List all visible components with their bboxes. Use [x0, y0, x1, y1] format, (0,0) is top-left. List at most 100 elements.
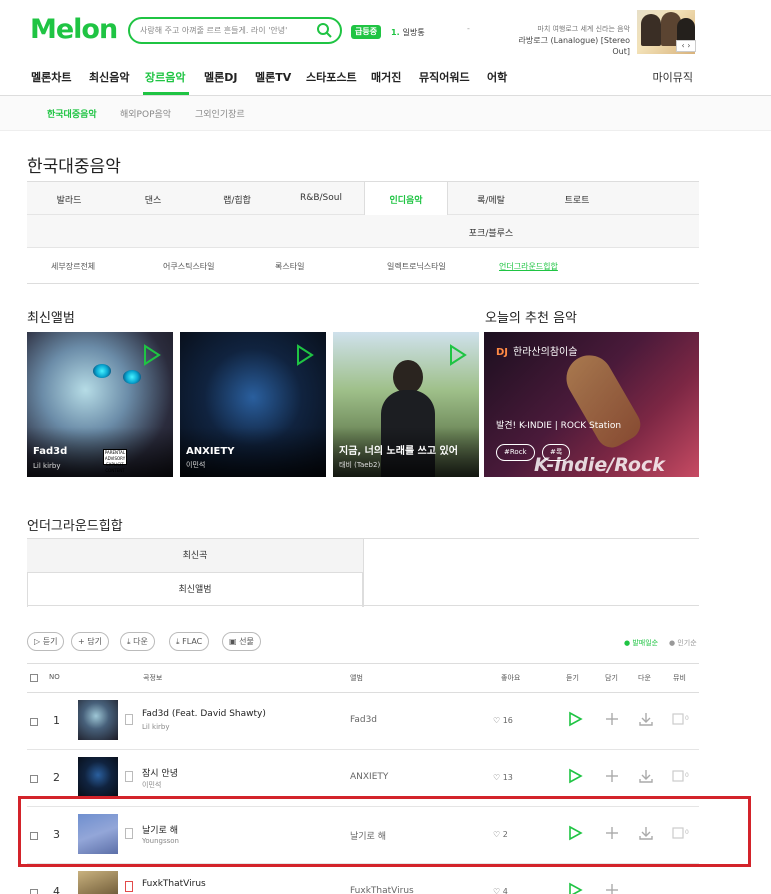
subgenre-electronic[interactable]: 일렉트로닉스타일 [387, 261, 446, 272]
album-thumbnail[interactable] [78, 700, 118, 740]
subnav-pop[interactable]: 해외POP음악 [120, 107, 171, 120]
heart-icon: ♡ [493, 773, 503, 782]
album-artist[interactable]: 태비 (Taeb2) [339, 460, 380, 470]
genre-rock[interactable]: 록/메탈 [459, 193, 523, 206]
play-icon[interactable] [449, 344, 467, 366]
subgenre-acoustic[interactable]: 어쿠스틱스타일 [163, 261, 215, 272]
song-album[interactable]: ANXIETY [350, 772, 388, 782]
song-title[interactable]: 잠시 안녕 [142, 766, 178, 779]
row-number: 1 [53, 714, 60, 727]
dj-label[interactable]: DJ 한라산의참이슬 [496, 343, 577, 358]
song-info-icon[interactable] [125, 714, 133, 725]
add-button[interactable]: + 담기 [71, 632, 109, 651]
row-checkbox[interactable] [30, 775, 38, 783]
search-icon[interactable] [316, 22, 332, 38]
mv-count: 0 [685, 715, 689, 722]
recommended-card[interactable]: DJ 한라산의참이슬 발견! K-INDIE | ROCK Station #Ro… [484, 332, 699, 477]
row-checkbox[interactable] [30, 718, 38, 726]
nav-melon-tv[interactable]: 멜론TV [255, 69, 291, 85]
subgenre-rock-style[interactable]: 록스타일 [275, 261, 304, 272]
nav-genre-music[interactable]: 장르음악 [145, 69, 185, 85]
like-button[interactable]: ♡ 13 [493, 773, 513, 782]
listen-button[interactable]: ▷ 듣기 [27, 632, 65, 651]
play-icon[interactable] [567, 711, 583, 727]
genre-indie[interactable]: 인디음악 [374, 193, 438, 206]
play-icon[interactable] [143, 344, 161, 366]
plus-icon: + [78, 637, 88, 646]
album-card[interactable]: ANXIETY 이민석 [180, 332, 326, 477]
album-title[interactable]: Fad3d [33, 446, 67, 457]
download-icon[interactable] [638, 768, 654, 784]
song-info-icon[interactable] [125, 771, 133, 782]
song-artist[interactable]: Lil kirby [142, 723, 169, 731]
genre-folk[interactable]: 포크/블루스 [459, 226, 523, 239]
subnav-other[interactable]: 그외인기장르 [195, 107, 245, 120]
ad-nav-arrows[interactable]: ‹ › [676, 40, 696, 52]
ad-banner-text[interactable]: 마치 여행로그 세계 신라는 음악 라방로그 (Lanalogue) [Ster… [500, 24, 630, 57]
search-box[interactable]: 사랑해 주고 아껴줄 르르 흔들게. 라이 '안녕' [128, 17, 342, 44]
add-icon[interactable] [604, 711, 620, 727]
melon-logo[interactable]: Melon [30, 14, 118, 45]
tag-rock[interactable]: #Rock [496, 444, 535, 461]
album-title[interactable]: ANXIETY [186, 446, 234, 457]
nav-my-music[interactable]: 마이뮤직 [653, 69, 693, 85]
sort-by-date[interactable]: ● 발매일순 [624, 638, 658, 648]
album-title[interactable]: 지금, 너의 노래를 쓰고 있어 [339, 442, 458, 457]
col-no: NO [49, 673, 60, 681]
album-card[interactable]: Fad3d Lil kirby [27, 332, 173, 477]
tab-latest-albums[interactable]: 최신앨범 [27, 573, 363, 607]
dj-name[interactable]: 한라산의참이슬 [513, 347, 577, 358]
like-button[interactable]: ♡ 16 [493, 716, 513, 725]
nav-melon-dj[interactable]: 멜론DJ [204, 69, 237, 85]
subnav-korean[interactable]: 한국대중음악 [47, 107, 97, 120]
song-album[interactable]: Fad3d [350, 715, 377, 725]
realtime-rank[interactable]: 1. 일방통 [391, 27, 425, 38]
genre-sub-row: 세부장르전체 어쿠스틱스타일 록스타일 일렉트로닉스타일 언더그라운드힙합 [27, 248, 699, 284]
row-checkbox[interactable] [30, 889, 38, 894]
album-thumbnail[interactable] [78, 871, 118, 894]
genre-hiphop[interactable]: 랩/힙합 [205, 193, 269, 206]
subgenre-all[interactable]: 세부장르전체 [51, 261, 95, 272]
tab-latest-songs[interactable]: 최신곡 [27, 539, 363, 573]
station-title[interactable]: 발견! K-INDIE | ROCK Station [496, 418, 621, 431]
nav-starpost[interactable]: 스타포스트 [306, 69, 357, 85]
nav-melon-chart[interactable]: 멜론차트 [31, 69, 71, 85]
genre-ballad[interactable]: 발라드 [37, 193, 101, 206]
add-icon[interactable] [604, 882, 620, 894]
song-title[interactable]: FuxkThatVirus [142, 879, 206, 889]
nav-latest-music[interactable]: 최신음악 [89, 69, 129, 85]
genre-dance[interactable]: 댄스 [121, 193, 185, 206]
album-card[interactable]: 지금, 너의 노래를 쓰고 있어 태비 (Taeb2) [333, 332, 479, 477]
album-artist[interactable]: 이민석 [186, 460, 205, 470]
download-icon[interactable] [638, 711, 654, 727]
nav-language[interactable]: 어학 [487, 69, 507, 85]
like-button[interactable]: ♡ 4 [493, 887, 508, 894]
nav-music-award[interactable]: 뮤직어워드 [419, 69, 470, 85]
search-input[interactable]: 사랑해 주고 아껴줄 르르 흔들게. 라이 '안녕' [140, 25, 287, 36]
sort-by-popularity[interactable]: ● 인기순 [669, 638, 697, 648]
table-row: 4 FuxkThatVirus FuxkThatVirus ♡ 4 [27, 864, 699, 894]
play-icon[interactable] [296, 344, 314, 366]
add-icon[interactable] [604, 768, 620, 784]
latest-albums-title: 최신앨범 [27, 311, 75, 326]
gift-icon: ▣ [229, 637, 240, 646]
subgenre-underground-hiphop[interactable]: 언더그라운드힙합 [499, 261, 558, 272]
genre-trot[interactable]: 트로트 [545, 193, 609, 206]
recommended-title: 오늘의 추천 음악 [485, 311, 577, 326]
ad-line-2: 라방로그 (Lanalogue) [Stereo Out] [518, 36, 630, 56]
song-album[interactable]: FuxkThatVirus [350, 886, 414, 894]
rank-keyword[interactable]: 일방통 [403, 28, 425, 37]
col-like: 좋아요 [501, 674, 521, 682]
select-all-checkbox[interactable] [30, 674, 38, 682]
nav-magazine[interactable]: 매거진 [371, 69, 401, 85]
play-icon[interactable] [567, 768, 583, 784]
album-thumbnail[interactable] [78, 757, 118, 797]
play-icon[interactable] [567, 882, 583, 894]
flac-button[interactable]: ⤓ FLAC [169, 632, 210, 651]
gift-button[interactable]: ▣ 선물 [222, 632, 261, 651]
song-title[interactable]: Fad3d (Feat. David Shawty) [142, 709, 266, 719]
album-artist[interactable]: Lil kirby [33, 462, 60, 470]
song-artist[interactable]: 이민석 [142, 780, 161, 790]
genre-rnb[interactable]: R&B/Soul [289, 193, 353, 203]
download-button[interactable]: ⤓ 다운 [120, 632, 155, 651]
